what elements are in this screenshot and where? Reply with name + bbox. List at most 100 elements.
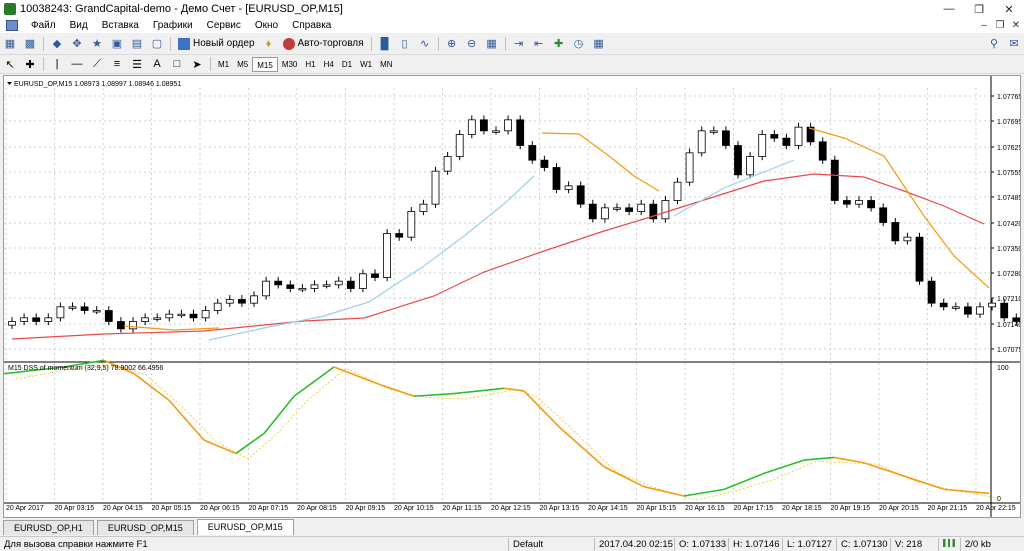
price-tick-label: 1.07350 xyxy=(997,246,1020,253)
candle xyxy=(8,321,16,326)
terminal-icon[interactable]: ▤ xyxy=(128,36,146,52)
timeframe-w1[interactable]: W1 xyxy=(356,57,376,72)
timeframe-m5[interactable]: M5 xyxy=(233,57,252,72)
status-close: C: 1.07130 xyxy=(836,537,890,551)
close-icon[interactable]: ✕ xyxy=(994,0,1024,18)
tab-eurusd-m15-active[interactable]: EURUSD_OP,M15 xyxy=(196,519,294,535)
menu-view[interactable]: Вид xyxy=(63,20,95,31)
new-order-label: Новый ордер xyxy=(193,38,255,49)
candle xyxy=(358,273,367,289)
menu-insert[interactable]: Вставка xyxy=(95,20,146,31)
timeframe-d1[interactable]: D1 xyxy=(338,57,356,72)
candle xyxy=(274,280,283,286)
templates-icon[interactable]: ▦ xyxy=(590,36,608,52)
new-order-button[interactable]: Новый ордер xyxy=(174,35,259,53)
chat-icon[interactable]: ✉ xyxy=(1005,36,1023,52)
new-order-icon xyxy=(178,37,190,50)
candle xyxy=(891,222,900,242)
tester-icon[interactable]: ▢ xyxy=(148,36,166,52)
candle xyxy=(237,299,246,304)
timeframe-m30[interactable]: M30 xyxy=(278,57,302,72)
menu-charts[interactable]: Графики xyxy=(146,20,200,31)
auto-trading-button[interactable]: Авто-торговля xyxy=(279,35,368,53)
zoom-in-icon[interactable]: ⊕ xyxy=(443,36,461,52)
periods-icon[interactable]: ◷ xyxy=(570,36,588,52)
crosshair-icon[interactable]: ✚ xyxy=(21,56,39,72)
timeframe-h4[interactable]: H4 xyxy=(320,57,338,72)
new-chart-icon[interactable]: ▦ xyxy=(1,36,19,52)
vertical-line-icon[interactable]: | xyxy=(48,56,66,72)
dss-main-line xyxy=(643,485,685,497)
time-tick-label: 20 Apr 18:15 xyxy=(782,505,822,512)
timeframe-m15[interactable]: M15 xyxy=(252,56,278,72)
candle xyxy=(1012,317,1020,322)
price-chart[interactable]: 1.07765 1.07695 1.07625 1.07555 1.07485 1.074… xyxy=(4,76,1020,517)
child-minimize-icon[interactable]: – xyxy=(976,20,992,31)
bar-chart-icon[interactable]: █ xyxy=(376,36,394,52)
chart-shift-icon[interactable]: ⇤ xyxy=(530,36,548,52)
time-tick-label: 20 Apr 12:15 xyxy=(491,505,531,512)
candle xyxy=(104,310,113,322)
candlestick-icon[interactable]: ▯ xyxy=(396,36,414,52)
menu-tools[interactable]: Сервис xyxy=(200,20,248,31)
market-watch-icon[interactable]: ◆ xyxy=(48,36,66,52)
tab-eurusd-h1[interactable]: EURUSD_OP,H1 xyxy=(3,520,94,535)
fibonacci-icon[interactable]: ☰ xyxy=(128,56,146,72)
channel-icon[interactable]: ≡ xyxy=(108,56,126,72)
candle xyxy=(455,134,464,157)
time-tick-label: 20 Apr 2017 xyxy=(6,505,44,512)
time-tick-label: 20 Apr 14:15 xyxy=(588,505,628,512)
candle xyxy=(467,119,476,135)
navigator-icon[interactable]: ▣ xyxy=(108,36,126,52)
favorites-icon[interactable]: ★ xyxy=(88,36,106,52)
candle xyxy=(189,313,198,319)
child-restore-icon[interactable]: ❐ xyxy=(992,20,1008,31)
candle xyxy=(165,313,174,319)
tab-eurusd-m15[interactable]: EURUSD_OP,M15 xyxy=(96,520,194,535)
candle xyxy=(697,130,706,154)
dss-main-line xyxy=(453,387,505,395)
price-tick-label: 1.07555 xyxy=(997,170,1020,177)
menu-window[interactable]: Окно xyxy=(248,20,285,31)
meta-editor-icon[interactable]: ♦ xyxy=(260,36,278,52)
timeframe-h1[interactable]: H1 xyxy=(301,57,319,72)
cursor-icon[interactable]: ↖ xyxy=(1,56,19,72)
minimize-icon[interactable]: — xyxy=(934,0,964,18)
timeframe-mn[interactable]: MN xyxy=(376,57,396,72)
text-tool-icon[interactable]: A xyxy=(148,56,166,72)
line-chart-icon[interactable]: ∿ xyxy=(416,36,434,52)
horizontal-line-icon[interactable]: — xyxy=(68,56,86,72)
status-low: L: 1.07127 xyxy=(782,537,836,551)
dss-main-line xyxy=(833,456,865,464)
candle xyxy=(492,130,500,133)
tile-windows-icon[interactable]: ▦ xyxy=(483,36,501,52)
arrows-icon[interactable]: ➤ xyxy=(188,56,206,72)
child-close-icon[interactable]: ✕ xyxy=(1008,20,1024,31)
dss-main-line xyxy=(903,475,945,491)
chart-window[interactable]: 1.07765 1.07695 1.07625 1.07555 1.07485 1.074… xyxy=(3,75,1021,518)
timeframe-m1[interactable]: M1 xyxy=(214,57,233,72)
price-tick-label: 1.07485 xyxy=(997,195,1020,202)
trendline-icon[interactable]: ⟋ xyxy=(88,56,106,72)
search-icon[interactable]: ⚲ xyxy=(985,36,1003,52)
restore-icon[interactable]: ❐ xyxy=(964,0,994,18)
dss-main-line xyxy=(293,366,335,397)
profiles-icon[interactable]: ▩ xyxy=(21,36,39,52)
menu-help[interactable]: Справка xyxy=(285,20,338,31)
indicators-icon[interactable]: ✚ xyxy=(550,36,568,52)
status-datetime: 2017.04.20 02:15 xyxy=(594,537,674,551)
auto-scroll-icon[interactable]: ⇥ xyxy=(510,36,528,52)
zoom-out-icon[interactable]: ⊖ xyxy=(463,36,481,52)
chart-window-icon[interactable] xyxy=(6,20,18,31)
candle xyxy=(927,280,936,304)
crosshair-move-icon[interactable]: ✥ xyxy=(68,36,86,52)
candle xyxy=(334,280,343,286)
menu-file[interactable]: Файл xyxy=(24,20,63,31)
candle xyxy=(213,302,222,311)
candle xyxy=(201,310,210,319)
text-label-icon[interactable]: □ xyxy=(168,56,186,72)
time-tick-label: 20 Apr 20:15 xyxy=(879,505,919,512)
status-help: Для вызова справки нажмите F1 xyxy=(4,538,148,550)
time-tick-label: 20 Apr 04:15 xyxy=(103,505,143,512)
time-tick-label: 20 Apr 10:15 xyxy=(394,505,434,512)
